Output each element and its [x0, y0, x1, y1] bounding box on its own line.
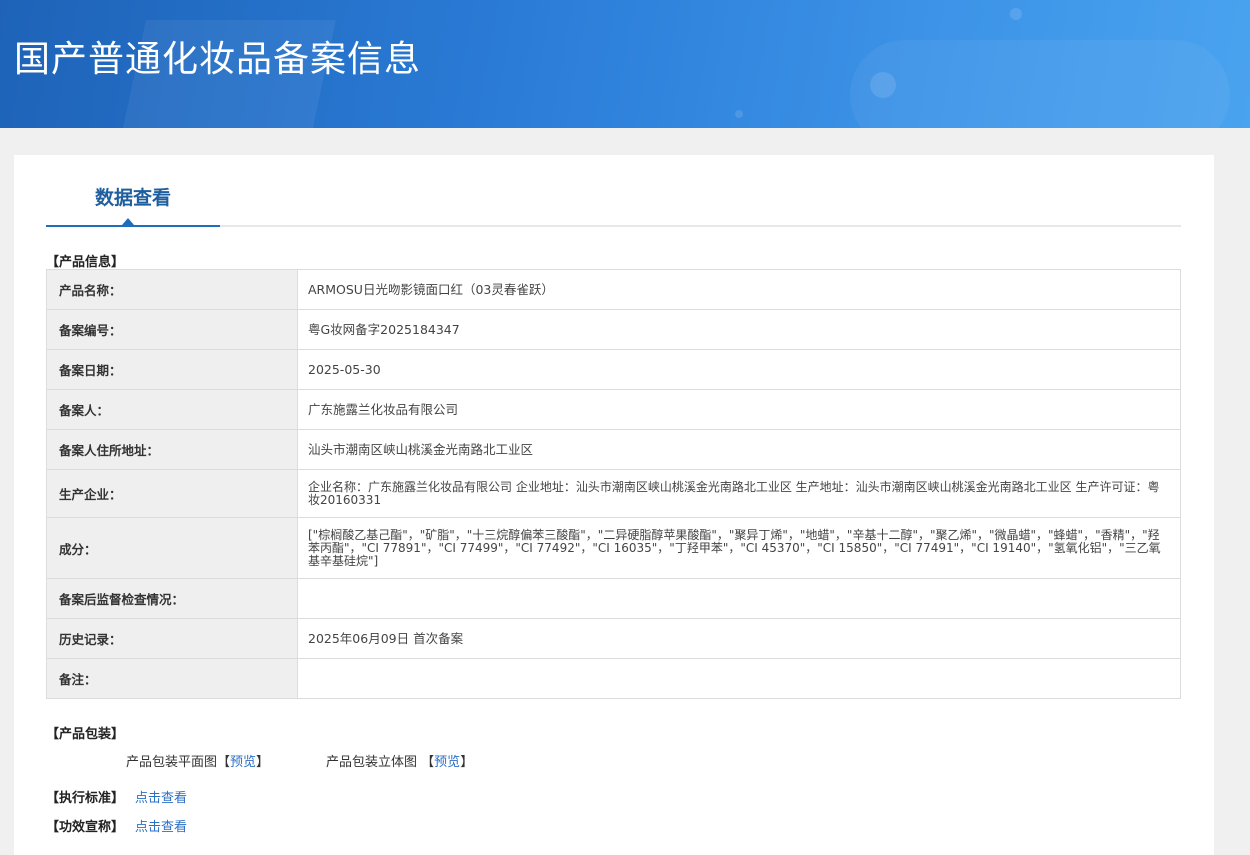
packaging-3d-row: 产品包装立体图 【预览】: [326, 751, 473, 770]
product-info-heading: 【产品信息】: [46, 255, 125, 270]
packaging-flat-row: 产品包装平面图【预览】: [126, 751, 269, 770]
info-row: 备案后监督检查情况：: [46, 578, 1181, 619]
packaging-3d-preview-link[interactable]: 预览: [434, 755, 460, 770]
info-row-key: 备案日期：: [46, 349, 298, 390]
info-row-key: 历史记录：: [46, 618, 298, 659]
info-row-key: 备案人住所地址：: [46, 429, 298, 470]
info-row: 成分： ["棕榈酸乙基己酯"，"矿脂"，"十三烷醇偏苯三酸酯"，"二异硬脂醇苹果酸…: [46, 517, 1181, 579]
bracket-open: 【: [421, 755, 435, 770]
info-row: 产品名称： ARMOSU日光吻影镜面口红（03灵春雀跃）: [46, 269, 1181, 310]
standard-heading: 【执行标准】: [46, 791, 125, 806]
info-row: 生产企业： 企业名称：广东施露兰化妆品有限公司 企业地址：汕头市潮南区峡山桃溪金光…: [46, 469, 1181, 518]
info-row-key: 备注：: [46, 658, 298, 699]
info-row: 备案人： 广东施露兰化妆品有限公司: [46, 389, 1181, 430]
info-row-value: 2025年06月09日 首次备案: [297, 618, 1181, 659]
info-row: 备案人住所地址： 汕头市潮南区峡山桃溪金光南路北工业区: [46, 429, 1181, 470]
banner-decoration: [850, 40, 1230, 128]
bracket-open: 【: [217, 755, 231, 770]
info-row-key: 备案后监督检查情况：: [46, 578, 298, 619]
info-row-value: ["棕榈酸乙基己酯"，"矿脂"，"十三烷醇偏苯三酸酯"，"二异硬脂醇苹果酸酯"，…: [297, 517, 1181, 579]
efficacy-view-link[interactable]: 点击查看: [135, 816, 187, 835]
info-row-value: [297, 658, 1181, 699]
tab-label: 数据查看: [94, 187, 171, 209]
efficacy-heading: 【功效宣称】: [46, 820, 125, 835]
info-row: 历史记录： 2025年06月09日 首次备案: [46, 618, 1181, 659]
info-row-key: 生产企业：: [46, 469, 298, 518]
info-row: 备案编号： 粤G妆网备字2025184347: [46, 309, 1181, 350]
packaging-3d-label: 产品包装立体图: [326, 755, 418, 770]
standard-view-link[interactable]: 点击查看: [135, 787, 187, 806]
info-row-value: 2025-05-30: [297, 349, 1181, 390]
info-row-value: [297, 578, 1181, 619]
info-row-value: 汕头市潮南区峡山桃溪金光南路北工业区: [297, 429, 1181, 470]
tab-data-view[interactable]: 数据查看: [46, 155, 220, 227]
info-row-value: 广东施露兰化妆品有限公司: [297, 389, 1181, 430]
info-row-value: ARMOSU日光吻影镜面口红（03灵春雀跃）: [297, 269, 1181, 310]
info-row-key: 备案人：: [46, 389, 298, 430]
banner-decoration: [735, 110, 743, 118]
banner-decoration: [1010, 8, 1022, 20]
product-info-table: 产品名称： ARMOSU日光吻影镜面口红（03灵春雀跃） 备案编号： 粤G妆网备字20…: [46, 269, 1181, 699]
info-row: 备注：: [46, 658, 1181, 699]
info-row-key: 成分：: [46, 517, 298, 579]
header-banner: 国产普通化妆品备案信息: [0, 0, 1250, 128]
content-panel: 数据查看 【产品信息】 产品名称： ARMOSU日光吻影镜面口红（03灵春雀跃）备…: [14, 155, 1214, 855]
bracket-close: 】: [256, 755, 270, 770]
info-row-value: 企业名称：广东施露兰化妆品有限公司 企业地址：汕头市潮南区峡山桃溪金光南路北工业…: [297, 469, 1181, 518]
page-title: 国产普通化妆品备案信息: [14, 39, 422, 80]
info-row: 备案日期： 2025-05-30: [46, 349, 1181, 390]
packaging-flat-preview-link[interactable]: 预览: [230, 755, 256, 770]
banner-decoration: [870, 72, 896, 98]
caret-up-icon: [122, 218, 134, 225]
bracket-close: 】: [460, 755, 474, 770]
info-row-key: 产品名称：: [46, 269, 298, 310]
tab-bar: 数据查看: [46, 155, 1181, 227]
packaging-flat-label: 产品包装平面图: [126, 755, 218, 770]
info-row-value: 粤G妆网备字2025184347: [297, 309, 1181, 350]
packaging-heading: 【产品包装】: [46, 727, 125, 742]
info-row-key: 备案编号：: [46, 309, 298, 350]
